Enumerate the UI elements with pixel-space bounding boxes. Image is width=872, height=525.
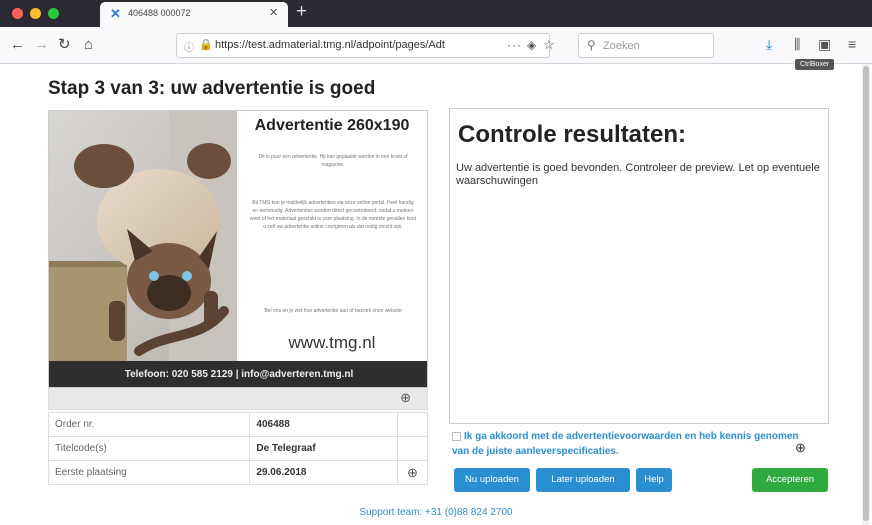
ad-preview: Advertentie 260x190 Dit is puur een adve… (48, 110, 428, 388)
accept-button[interactable]: Accepteren (752, 468, 828, 492)
download-icon[interactable]: ⤓ (766, 35, 772, 53)
ad-paragraph: Bij TMG kun je makkelijk advertenties vi… (249, 200, 417, 230)
lock-icon[interactable]: 🔒 (199, 38, 213, 51)
zoom-in-icon[interactable]: ⊕ (397, 460, 428, 485)
sidebar-icon[interactable]: ▣ (818, 35, 831, 53)
close-window-button[interactable] (12, 8, 23, 19)
search-input[interactable]: Zoeken (603, 40, 640, 52)
browser-tab[interactable]: ✕ 406488 000072 × (100, 2, 288, 27)
pocket-icon[interactable]: ◈ (527, 38, 536, 52)
upload-later-button[interactable]: Later uploaden (536, 468, 630, 492)
upload-now-button[interactable]: Nu uploaden (454, 468, 530, 492)
search-bar[interactable]: ⚲ Zoeken (578, 33, 714, 58)
ad-heading: Advertentie 260x190 (254, 117, 410, 134)
table-row: Eerste plaatsing 29.06.2018 ⊕ (47, 460, 428, 485)
ad-website: www.tmg.nl (288, 333, 376, 352)
ad-paragraph: Dit is puur een advertentie. Hij kan gep… (258, 154, 408, 168)
results-title: Controle resultaten: (458, 121, 687, 148)
help-button[interactable]: Help (636, 468, 672, 492)
browser-navbar: ← → ↻ ⌂ ⓘ 🔒 https://test.admaterial.tmg.… (0, 27, 872, 64)
zoom-cursor-icon: ⊕ (795, 440, 806, 455)
agree-terms-row: Ik ga akkoord met de advertentievoorwaar… (452, 429, 812, 459)
table-cell-label: Titelcode(s) (47, 436, 251, 461)
ad-paragraph: Bel ons en je ziet hoe advertentie aan o… (264, 308, 402, 314)
hamburger-menu-icon[interactable]: ≡ (848, 35, 856, 53)
browser-titlebar: ✕ 406488 000072 × + (0, 0, 872, 27)
maximize-window-button[interactable] (48, 8, 59, 19)
home-button[interactable]: ⌂ (84, 36, 93, 54)
tooltip: CtrlBoxer (795, 59, 835, 70)
agree-label[interactable]: Ik ga akkoord met de advertentievoorwaar… (452, 431, 799, 457)
reload-button[interactable]: ↻ (58, 36, 71, 54)
scrollbar[interactable] (862, 64, 870, 525)
url-text[interactable]: https://test.admaterial.tmg.nl/adpoint/p… (215, 39, 495, 51)
new-tab-button[interactable]: + (296, 1, 307, 23)
scrollbar-thumb[interactable] (863, 66, 869, 521)
minimize-window-button[interactable] (30, 8, 41, 19)
table-row: Titelcode(s) De Telegraaf (47, 436, 428, 461)
bookmark-star-icon[interactable]: ☆ (543, 37, 555, 53)
back-button[interactable]: ← (10, 36, 25, 54)
results-text: Uw advertentie is goed bevonden. Control… (456, 162, 820, 187)
table-cell-label: Order nr. (47, 412, 251, 437)
table-row: Order nr. 406488 (47, 412, 428, 437)
search-icon: ⚲ (587, 38, 596, 52)
ad-footer: Telefoon: 020 585 2129 | info@adverteren… (49, 361, 427, 387)
url-bar[interactable]: ⓘ 🔒 https://test.admaterial.tmg.nl/adpoi… (176, 33, 555, 58)
agree-checkbox[interactable] (452, 431, 461, 441)
ad-text-column: Advertentie 260x190 Dit is puur een adve… (237, 111, 427, 361)
table-cell-value: De Telegraaf (249, 436, 399, 461)
table-cell-value: 29.06.2018 (249, 460, 399, 485)
order-info-table: Order nr. 406488 Titelcode(s) De Telegra… (47, 412, 428, 485)
page-actions-button[interactable]: ··· (507, 38, 522, 52)
table-cell-action (397, 412, 428, 437)
table-cell-action (397, 436, 428, 461)
cat-photo (49, 111, 237, 361)
table-cell-label: Eerste plaatsing (47, 460, 251, 485)
library-icon[interactable]: ⫼ (794, 35, 800, 53)
page-title: Stap 3 van 3: uw advertentie is goed (48, 78, 376, 99)
support-contact: Support team: +31 (0)88 824 2700 (359, 507, 513, 518)
x-logo-icon: ✕ (110, 6, 121, 21)
zoom-in-icon[interactable]: ⊕ (400, 390, 411, 406)
tab-close-button[interactable]: × (269, 5, 278, 21)
table-cell-value: 406488 (249, 412, 399, 437)
preview-zoom-row: ⊕ (48, 388, 428, 410)
info-icon[interactable]: ⓘ (184, 39, 194, 54)
forward-button[interactable]: → (34, 36, 49, 54)
tab-title: 406488 000072 (128, 8, 191, 18)
control-results-panel: Controle resultaten: Uw advertentie is g… (449, 108, 829, 424)
